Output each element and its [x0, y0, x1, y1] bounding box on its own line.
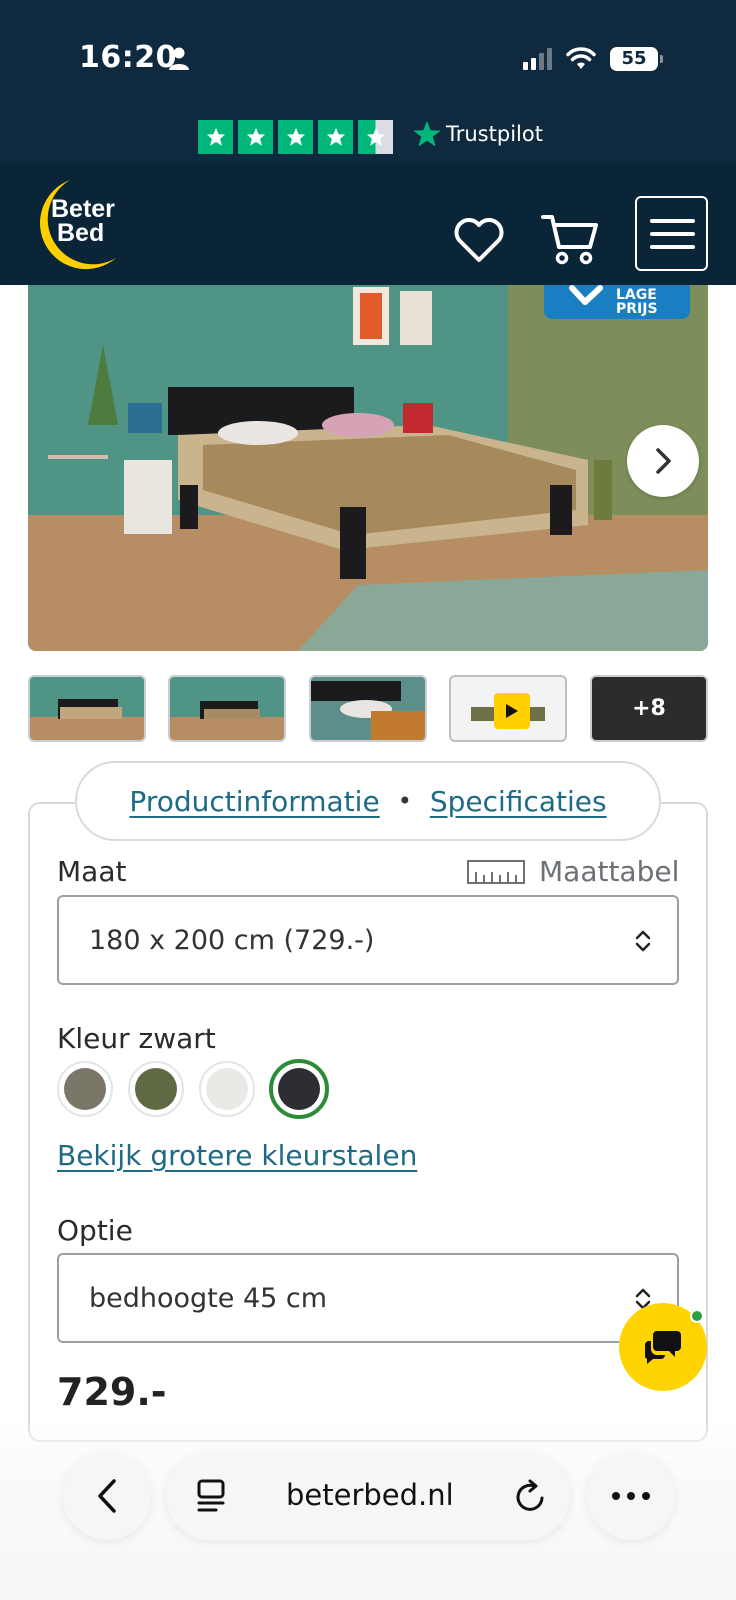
swatch-fill — [278, 1068, 320, 1110]
color-swatch-grey[interactable] — [57, 1061, 113, 1117]
page-menu-icon — [197, 1479, 225, 1512]
ellipsis-icon — [612, 1492, 650, 1500]
tab-separator: • — [397, 787, 412, 815]
thumbnail-3[interactable] — [309, 675, 427, 742]
cart-button[interactable] — [538, 208, 602, 270]
select-arrows-icon — [635, 930, 651, 952]
size-table-label: Maattabel — [539, 855, 680, 888]
hamburger-menu-icon[interactable] — [635, 196, 708, 271]
color-label: Kleur zwart — [57, 1022, 216, 1055]
size-table-link[interactable]: Maattabel — [467, 855, 679, 888]
person-icon — [169, 47, 189, 70]
video-thumbnail[interactable] — [449, 675, 567, 742]
product-page: 16:20 55 Trustpilot Beter Bed LAGE PRIJS… — [0, 0, 736, 1600]
ruler-icon — [467, 859, 525, 884]
option-label: Optie — [57, 1214, 133, 1247]
more-images-count: +8 — [632, 696, 666, 721]
logo-text: Beter Bed — [51, 195, 115, 247]
badge-line1: LAGE — [616, 287, 657, 303]
swatch-fill — [64, 1068, 106, 1110]
cart-icon — [541, 215, 598, 265]
thumbnail-1[interactable] — [28, 675, 146, 742]
chevron-left-icon — [98, 1479, 116, 1513]
trustpilot-label: Trustpilot — [446, 122, 543, 146]
reload-icon[interactable] — [514, 1478, 548, 1514]
option-select-value: bedhoogte 45 cm — [89, 1282, 328, 1314]
star-icon — [198, 120, 233, 154]
thumbnail-strip: +8 — [28, 675, 708, 742]
wifi-icon — [566, 47, 596, 69]
online-status-dot — [690, 1309, 704, 1323]
chevron-right-icon — [656, 448, 671, 474]
play-icon — [494, 693, 530, 729]
battery-indicator: 55 — [610, 47, 663, 71]
star-icon — [278, 120, 313, 154]
low-price-badge: LAGE PRIJS — [544, 285, 690, 319]
option-select[interactable]: bedhoogte 45 cm — [57, 1253, 679, 1343]
back-button[interactable] — [63, 1452, 151, 1540]
cellular-signal-icon — [523, 48, 552, 70]
star-icon — [238, 120, 273, 154]
more-images-thumbnail[interactable]: +8 — [590, 675, 708, 742]
tab-specificaties[interactable]: Specificaties — [430, 785, 607, 818]
wishlist-button[interactable] — [449, 212, 509, 268]
badge-line2: PRIJS — [616, 301, 658, 317]
heart-icon — [454, 218, 504, 262]
trustpilot-star-icon — [413, 120, 441, 147]
url-text: beterbed.nl — [286, 1478, 454, 1512]
chat-bubbles-icon — [644, 1331, 681, 1364]
color-swatch-black-selected[interactable] — [269, 1059, 329, 1119]
logo-line1: Beter — [51, 195, 115, 223]
logo-line2: Bed — [57, 219, 105, 247]
larger-swatches-link[interactable]: Bekijk grotere kleurstalen — [57, 1139, 417, 1172]
color-swatch-olive[interactable] — [128, 1061, 184, 1117]
bedroom-photo — [28, 285, 708, 651]
status-time: 16:20 — [79, 40, 177, 75]
half-star-icon — [358, 120, 393, 154]
badge-text: LAGE PRIJS — [616, 288, 658, 316]
trustpilot-stars — [198, 120, 393, 154]
swatch-fill — [206, 1068, 248, 1110]
status-icons: 55 — [523, 46, 663, 72]
address-bar[interactable]: beterbed.nl — [166, 1452, 570, 1540]
swatch-fill — [135, 1068, 177, 1110]
size-select[interactable]: 180 x 200 cm (729.-) — [57, 895, 679, 985]
next-image-button[interactable] — [627, 425, 699, 497]
thumbnail-2[interactable] — [168, 675, 286, 742]
size-label: Maat — [57, 855, 127, 888]
more-options-button[interactable] — [587, 1452, 675, 1540]
color-swatch-white[interactable] — [199, 1061, 255, 1117]
size-select-value: 180 x 200 cm (729.-) — [89, 924, 375, 956]
product-image[interactable]: LAGE PRIJS — [28, 285, 708, 651]
tab-productinformatie[interactable]: Productinformatie — [129, 785, 379, 818]
product-tabs: Productinformatie • Specificaties — [75, 761, 661, 841]
star-icon — [318, 120, 353, 154]
checkmark-icon — [569, 285, 603, 305]
trustpilot-logo[interactable]: Trustpilot — [412, 119, 543, 149]
product-price: 729.- — [57, 1370, 167, 1414]
